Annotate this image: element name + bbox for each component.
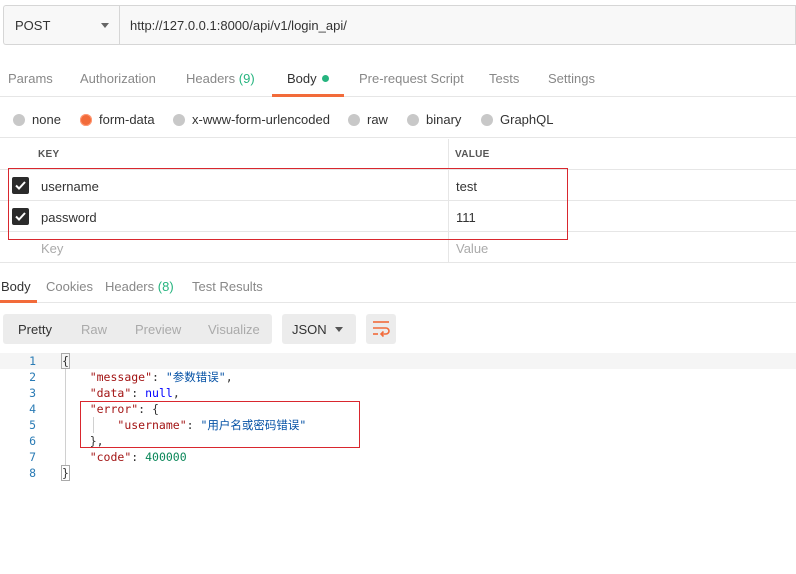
format-label: JSON — [292, 322, 327, 337]
radio-form-data[interactable]: form-data — [80, 112, 155, 127]
tab-headers[interactable]: Headers (9) — [186, 71, 255, 86]
request-bar: POST http://127.0.0.1:8000/api/v1/login_… — [3, 5, 796, 45]
wrap-lines-icon — [373, 321, 390, 338]
value-column-header: VALUE — [455, 149, 490, 160]
body-modified-dot-icon — [321, 75, 329, 82]
radio-graphql[interactable]: GraphQL — [481, 112, 553, 127]
radio-raw[interactable]: raw — [348, 112, 388, 127]
headers-count-badge: (9) — [238, 71, 255, 86]
radio-label: none — [32, 112, 61, 127]
line-number: 4 — [29, 402, 36, 416]
view-preview-button[interactable]: Preview — [135, 322, 181, 337]
active-tab-indicator — [272, 94, 344, 97]
radio-label: x-www-form-urlencoded — [192, 112, 330, 127]
code-text: { — [61, 353, 70, 369]
chevron-down-icon — [335, 327, 343, 332]
radio-label: form-data — [99, 112, 155, 127]
view-raw-button[interactable]: Raw — [81, 322, 107, 337]
radio-circle-icon — [481, 113, 493, 126]
response-tabs: Body Cookies Headers (8) Test Results — [0, 270, 796, 303]
line-number: 7 — [29, 450, 36, 464]
tab-label: Authorization — [80, 71, 156, 86]
tab-authorization[interactable]: Authorization — [80, 71, 156, 86]
indent-guide — [65, 369, 66, 465]
tab-settings[interactable]: Settings — [548, 71, 595, 86]
code-line: 7 "code": 400000 — [0, 449, 796, 465]
tab-label: Body — [1, 279, 31, 294]
tab-label: Cookies — [46, 279, 93, 294]
radio-x-www-form-urlencoded[interactable]: x-www-form-urlencoded — [173, 112, 330, 127]
response-tab-test-results[interactable]: Test Results — [192, 279, 263, 294]
radio-circle-icon — [13, 113, 25, 126]
body-type-radios: none form-data x-www-form-urlencoded raw… — [0, 100, 796, 138]
line-number: 8 — [29, 466, 36, 480]
tab-body[interactable]: Body — [287, 71, 329, 86]
line-number: 5 — [29, 418, 36, 432]
format-select[interactable]: JSON — [282, 314, 356, 344]
radio-none[interactable]: none — [13, 112, 61, 127]
view-mode-group: Pretty Raw Preview Visualize — [3, 314, 272, 344]
headers-count-badge: (8) — [157, 279, 174, 294]
chevron-down-icon — [101, 23, 109, 28]
highlight-box-error — [80, 401, 360, 448]
tab-label: Test Results — [192, 279, 263, 294]
key-column-header: KEY — [38, 149, 60, 160]
tab-tests[interactable]: Tests — [489, 71, 519, 86]
response-tab-cookies[interactable]: Cookies — [46, 279, 93, 294]
line-number: 2 — [29, 370, 36, 384]
tab-label: Params — [8, 71, 53, 86]
tab-label: Headers — [186, 71, 236, 86]
response-tab-body[interactable]: Body — [1, 279, 31, 294]
active-tab-indicator — [0, 300, 37, 303]
url-text: http://127.0.0.1:8000/api/v1/login_api/ — [130, 17, 347, 33]
view-visualize-button[interactable]: Visualize — [208, 322, 260, 337]
view-pretty-button[interactable]: Pretty — [18, 322, 52, 337]
response-tab-headers[interactable]: Headers (8) — [105, 279, 174, 294]
table-header: KEY VALUE — [0, 139, 796, 170]
tab-label: Pre-request Script — [359, 71, 464, 86]
radio-label: binary — [426, 112, 462, 127]
tab-label: Body — [287, 71, 317, 86]
request-tabs: Params Authorization Headers (9) Body Pr… — [0, 60, 796, 97]
line-number: 1 — [29, 354, 36, 368]
new-value-input[interactable]: Value — [456, 241, 488, 256]
code-line: 1 { — [0, 353, 796, 369]
radio-selected-icon — [80, 113, 92, 126]
radio-circle-icon — [173, 113, 185, 126]
radio-circle-icon — [348, 113, 360, 126]
wrap-lines-button[interactable] — [366, 314, 396, 344]
highlight-box-params — [8, 168, 568, 240]
method-select[interactable]: POST — [3, 5, 119, 45]
code-line: 8 } — [0, 465, 796, 481]
code-text: } — [61, 465, 70, 481]
radio-circle-icon — [407, 113, 419, 126]
tab-label: Tests — [489, 71, 520, 86]
line-number: 6 — [29, 434, 36, 448]
url-input[interactable]: http://127.0.0.1:8000/api/v1/login_api/ — [119, 5, 796, 45]
code-text: "code": 400000 — [89, 450, 187, 464]
tab-label: Settings — [548, 71, 595, 86]
code-text: "message": "参数错误", — [89, 370, 233, 384]
radio-label: raw — [367, 112, 388, 127]
code-line: 3 "data": null, — [0, 385, 796, 401]
code-line: 2 "message": "参数错误", — [0, 369, 796, 385]
tab-label: Headers — [105, 279, 155, 294]
code-text: "data": null, — [89, 386, 180, 400]
new-key-input[interactable]: Key — [41, 241, 63, 256]
radio-binary[interactable]: binary — [407, 112, 461, 127]
radio-label: GraphQL — [500, 112, 554, 127]
line-number: 3 — [29, 386, 36, 400]
method-label: POST — [15, 17, 51, 33]
tab-pre-request-script[interactable]: Pre-request Script — [359, 71, 464, 86]
tab-params[interactable]: Params — [8, 71, 53, 86]
